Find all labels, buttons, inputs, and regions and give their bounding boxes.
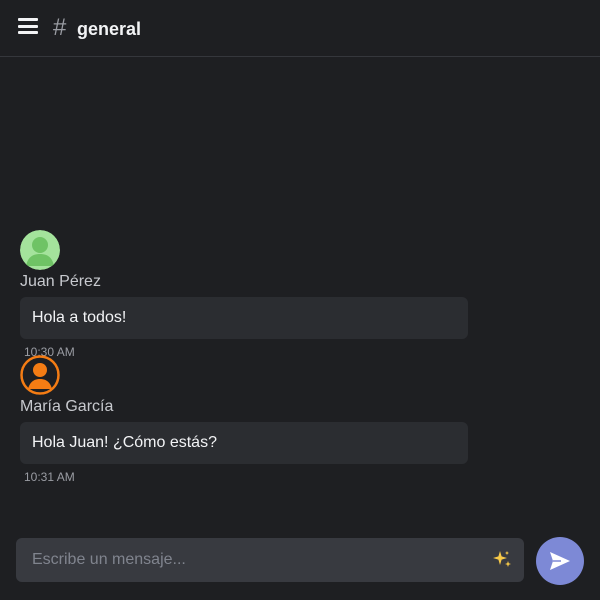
user-avatar-icon[interactable] [20, 355, 60, 395]
sparkles-icon[interactable] [484, 538, 520, 582]
channel-hash-icon: # [53, 14, 67, 41]
user-avatar-icon[interactable] [20, 230, 60, 270]
channel-title: general [77, 19, 142, 39]
message-item: María García Hola Juan! ¿Cómo estás? 10:… [20, 355, 468, 484]
message-composer [16, 538, 524, 582]
message-text: Hola Juan! ¿Cómo estás? [32, 434, 217, 451]
message-input[interactable] [16, 538, 484, 582]
message-author[interactable]: Juan Pérez [20, 271, 468, 293]
chat-app: # general Juan Pérez Hola a todos! 10:30… [0, 0, 600, 600]
message-bubble: Hola a todos! [20, 297, 468, 339]
message-timestamp: 10:31 AM [24, 470, 75, 484]
send-button[interactable] [536, 537, 584, 585]
message-bubble: Hola Juan! ¿Cómo estás? [20, 422, 468, 464]
send-icon [550, 552, 570, 570]
message-item: Juan Pérez Hola a todos! 10:30 AM [20, 230, 468, 359]
message-text: Hola a todos! [32, 309, 127, 326]
message-author[interactable]: María García [20, 396, 468, 418]
hamburger-menu-icon[interactable] [16, 16, 40, 36]
channel-header: # general [0, 0, 600, 57]
